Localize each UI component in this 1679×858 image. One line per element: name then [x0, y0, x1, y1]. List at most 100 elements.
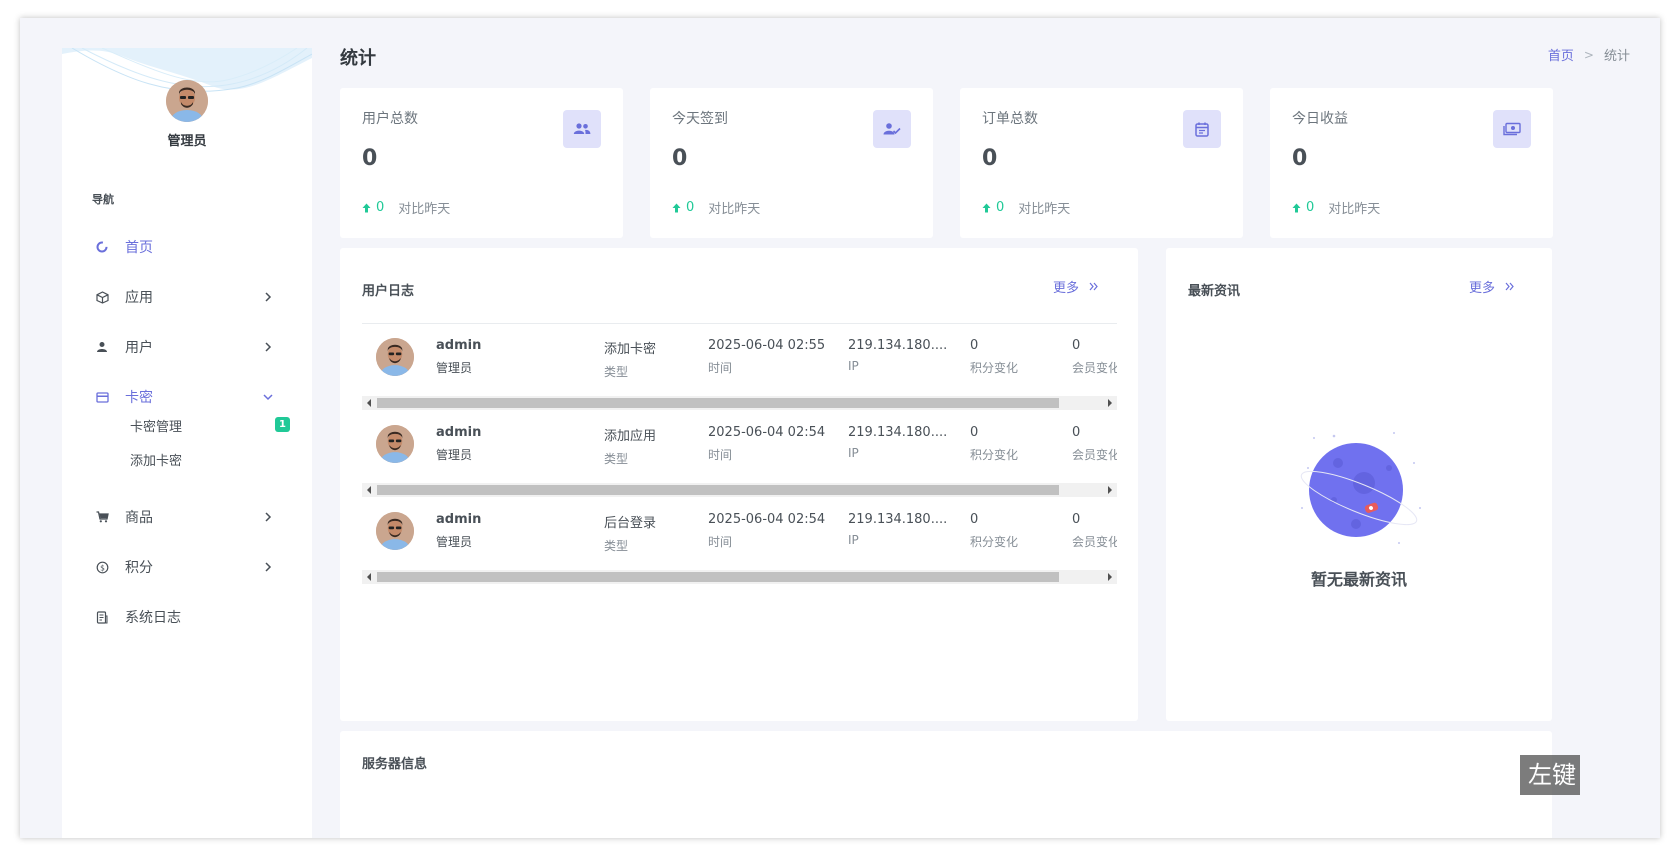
users-icon — [563, 110, 601, 148]
scroll-right-icon[interactable] — [1108, 486, 1112, 494]
log-user: admin 管理员 — [436, 425, 481, 463]
empty-planet-illustration — [1300, 432, 1421, 544]
log-ip: 219.134.180.... IP — [848, 512, 947, 547]
stat-compare-label: 对比昨天 — [398, 202, 451, 217]
log-role: 管理员 — [436, 448, 473, 462]
cart-icon — [94, 509, 110, 525]
log-username: admin — [436, 425, 482, 440]
sidebar-item-apps[interactable]: 应用 — [94, 282, 284, 312]
sidebar-item-users[interactable]: 用户 — [94, 332, 284, 362]
log-vip-label: 会员变化 — [1072, 535, 1117, 549]
stat-change: 0 — [982, 200, 1004, 215]
stat-card-today-revenue: 今日收益 0 0 对比昨天 — [1270, 88, 1553, 238]
cube-icon — [94, 289, 110, 305]
log-points-value: 0 — [970, 338, 979, 353]
horizontal-scrollbar[interactable] — [362, 570, 1117, 584]
stat-card-today-checkin: 今天签到 0 0 对比昨天 — [650, 88, 933, 238]
stat-change: 0 — [362, 200, 384, 215]
panel-title: 用户日志 — [362, 284, 415, 299]
user-log-more-link[interactable]: 更多 — [1053, 277, 1098, 296]
stat-compare-label: 对比昨天 — [708, 202, 761, 217]
coin-icon: $ — [94, 559, 110, 575]
breadcrumb: 首页 > 统计 — [1548, 45, 1630, 65]
sidebar-item-products[interactable]: 商品 — [94, 502, 284, 532]
stat-footer: 0 对比昨天 — [1292, 198, 1380, 217]
breadcrumb-current: 统计 — [1603, 49, 1630, 64]
arrow-up-icon — [672, 203, 681, 212]
sidebar-item-cards[interactable]: 卡密 — [94, 382, 284, 412]
arrow-up-icon — [982, 203, 991, 212]
stat-value: 0 — [1292, 146, 1308, 171]
scroll-left-icon[interactable] — [367, 486, 371, 494]
card-icon — [94, 389, 110, 405]
stat-value: 0 — [362, 146, 378, 171]
sidebar-item-home[interactable]: 首页 — [94, 232, 284, 262]
stat-footer: 0 对比昨天 — [362, 198, 450, 217]
user-icon — [94, 339, 110, 355]
log-points: 0 积分变化 — [970, 338, 1018, 376]
scrollbar-thumb[interactable] — [377, 398, 1059, 408]
log-points: 0 积分变化 — [970, 425, 1018, 463]
stat-label: 今日收益 — [1292, 111, 1348, 127]
chevron-right-icon — [260, 559, 276, 575]
more-label: 更多 — [1052, 281, 1079, 296]
news-more-link[interactable]: 更多 — [1469, 277, 1514, 296]
log-type-label: 类型 — [604, 539, 629, 553]
stat-label: 订单总数 — [982, 111, 1038, 127]
stat-compare-label: 对比昨天 — [1328, 202, 1381, 217]
admin-avatar[interactable] — [166, 80, 208, 122]
user-avatar — [376, 338, 414, 376]
log-time-label: 时间 — [708, 361, 733, 375]
log-type-label: 类型 — [604, 365, 629, 379]
scrollbar-thumb[interactable] — [377, 485, 1059, 495]
log-points: 0 积分变化 — [970, 512, 1018, 550]
stat-value: 0 — [672, 146, 688, 171]
sidebar-item-label: 系统日志 — [125, 610, 181, 626]
breadcrumb-home-link[interactable]: 首页 — [1548, 45, 1574, 64]
count-badge: 1 — [275, 417, 290, 432]
sidebar-subitem-card-manage[interactable]: 卡密管理 1 — [130, 414, 290, 436]
horizontal-scrollbar[interactable] — [362, 396, 1117, 410]
sidebar-item-label: 卡密 — [125, 390, 153, 406]
log-time-label: 时间 — [708, 448, 733, 462]
log-role: 管理员 — [436, 535, 473, 549]
log-ip-label: IP — [848, 533, 859, 547]
log-vip: 0 会员变化 — [1072, 425, 1117, 463]
nav-section-title: 导航 — [92, 193, 114, 206]
log-time: 2025-06-04 02:54 时间 — [708, 425, 825, 463]
stat-compare-label: 对比昨天 — [1018, 202, 1071, 217]
user-check-icon — [873, 110, 911, 148]
sidebar-item-label: 商品 — [125, 510, 153, 526]
sidebar-subitem-label: 卡密管理 — [130, 419, 183, 435]
sidebar-item-system-log[interactable]: 系统日志 — [94, 602, 284, 632]
log-type-label: 类型 — [604, 452, 629, 466]
stat-change-value: 0 — [1306, 200, 1315, 215]
log-vip: 0 会员变化 — [1072, 512, 1117, 550]
scroll-right-icon[interactable] — [1108, 573, 1112, 581]
app-window: 管理员 导航 首页 应用 用户 卡密 卡密管理 1 添加卡密 商品 $ 积分 系… — [20, 18, 1660, 838]
panel-title: 服务器信息 — [362, 757, 428, 772]
stat-footer: 0 对比昨天 — [672, 198, 760, 217]
chevron-right-icon — [260, 289, 276, 305]
scrollbar-thumb[interactable] — [377, 572, 1059, 582]
horizontal-scrollbar[interactable] — [362, 483, 1117, 497]
double-chevron-right-icon — [1505, 282, 1514, 291]
log-vip-label: 会员变化 — [1072, 448, 1117, 462]
sidebar-item-label: 首页 — [125, 240, 153, 256]
breadcrumb-separator: > — [1583, 47, 1594, 62]
sidebar-item-points[interactable]: $ 积分 — [94, 552, 284, 582]
stat-change: 0 — [672, 200, 694, 215]
scroll-left-icon[interactable] — [367, 573, 371, 581]
sidebar-subitem-card-add[interactable]: 添加卡密 — [130, 448, 290, 470]
log-username: admin — [436, 512, 482, 527]
table-row: admin 管理员 添加卡密 类型 2025-06-04 02:55 时间 21… — [362, 324, 1117, 410]
stat-change: 0 — [1292, 200, 1314, 215]
user-avatar — [376, 512, 414, 550]
log-points-label: 积分变化 — [970, 535, 1019, 549]
news-panel: 最新资讯 更多 暂无最新资讯 — [1166, 248, 1552, 721]
log-ip-label: IP — [848, 446, 859, 460]
scroll-right-icon[interactable] — [1108, 399, 1112, 407]
log-username: admin — [436, 338, 482, 353]
scroll-left-icon[interactable] — [367, 399, 371, 407]
log-time: 2025-06-04 02:55 时间 — [708, 338, 825, 376]
